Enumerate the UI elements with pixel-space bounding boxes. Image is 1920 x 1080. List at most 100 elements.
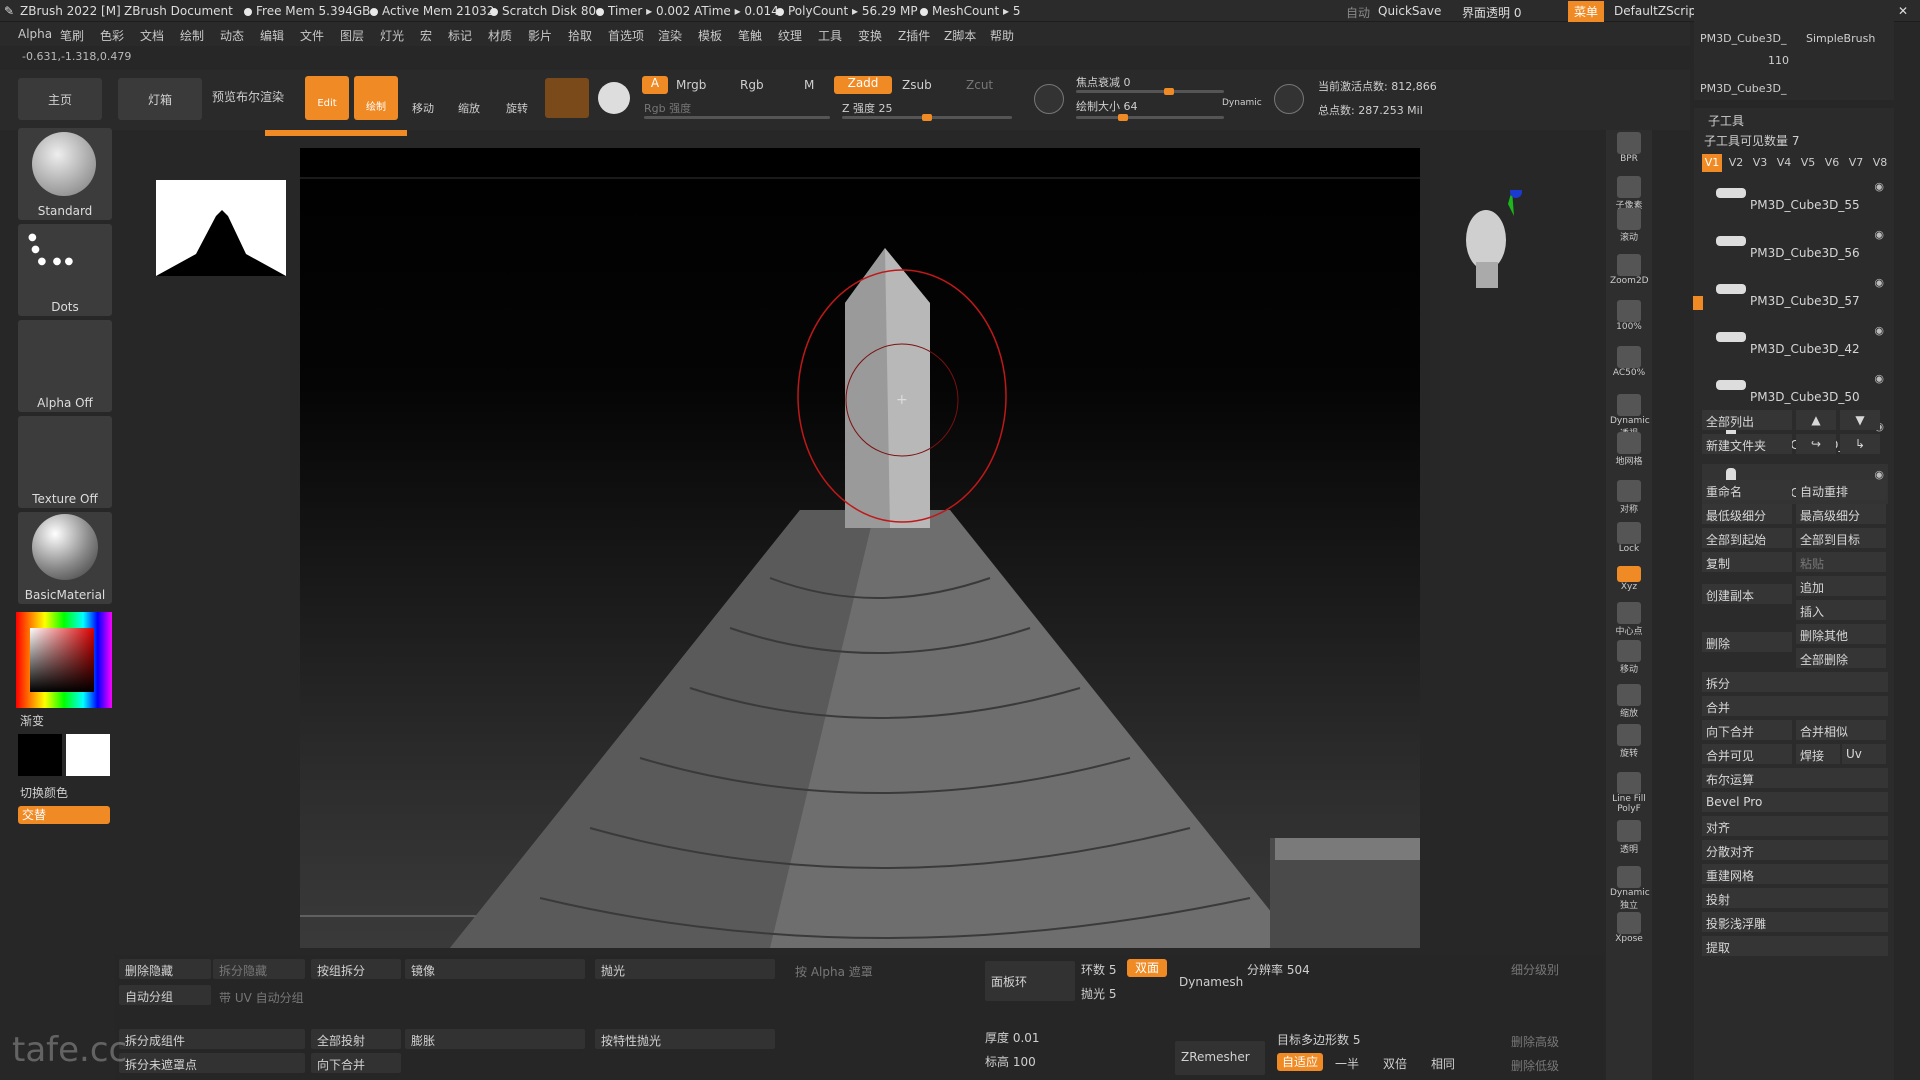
delete-higher-button[interactable]: 删除高级 (1511, 1033, 1559, 1050)
color-picker[interactable] (16, 612, 112, 708)
menu-item[interactable]: 绘制 (180, 27, 204, 44)
navigator-thumbnail[interactable] (156, 180, 286, 276)
menu-item[interactable]: 工具 (818, 27, 842, 44)
copy-button[interactable]: 复制 (1702, 552, 1792, 572)
menu-item[interactable]: Z插件 (898, 27, 930, 44)
switch-color-button[interactable]: 切换颜色 (20, 784, 68, 801)
subtool-tab[interactable]: V1 (1702, 154, 1722, 172)
merge-visible-button[interactable]: 合并可见 (1702, 744, 1792, 764)
arrow-up-icon[interactable]: ▲ (1796, 410, 1836, 430)
distribute-button[interactable]: 分散对齐 (1702, 840, 1888, 860)
append-button[interactable]: 追加 (1796, 576, 1886, 596)
split-button[interactable]: 拆分 (1702, 672, 1888, 692)
inflate-slider[interactable]: 膨胀 (405, 1029, 585, 1049)
right-shelf-button[interactable]: 移动 (1610, 638, 1648, 678)
brush-selector[interactable]: Standard (18, 128, 112, 220)
secondary-color[interactable] (18, 734, 62, 776)
polish-loops-slider[interactable]: 抛光 5 (1081, 985, 1116, 1002)
create-copy-button[interactable]: 创建副本 (1702, 584, 1792, 604)
menu-toggle-button[interactable]: 菜单 (1568, 1, 1605, 22)
rotate-button[interactable]: 旋转 (506, 100, 528, 116)
visibility-eye-icon[interactable]: ◉ (1874, 276, 1884, 289)
project-button[interactable]: 投射 (1702, 888, 1888, 908)
subtool-tab[interactable]: V7 (1846, 154, 1866, 172)
weld-button[interactable]: 焊接 (1796, 744, 1840, 764)
right-shelf-button[interactable]: BPR (1610, 130, 1648, 170)
subtool-tab[interactable]: V4 (1774, 154, 1794, 172)
rename-button[interactable]: 重命名 (1702, 480, 1792, 500)
rgb-intensity-slider[interactable] (644, 116, 830, 119)
panel-loops-button[interactable]: 面板环 (985, 961, 1075, 1001)
paste-button[interactable]: 粘贴 (1796, 552, 1886, 572)
polish-by-alpha[interactable]: 按 Alpha 遮罩 (795, 963, 873, 980)
merge-down-bottom-button[interactable]: 向下合并 (311, 1053, 401, 1073)
sphere-toggle-icon[interactable] (598, 82, 630, 114)
folder-move-icon[interactable]: ↪ (1796, 434, 1836, 454)
right-shelf-button[interactable]: 缩放 (1610, 682, 1648, 722)
split-unmasked-button[interactable]: 拆分未遮罩点 (119, 1053, 305, 1073)
lowest-sub-button[interactable]: 最低级细分 (1702, 504, 1792, 524)
d-dial-icon[interactable] (1274, 84, 1304, 114)
z-intensity-slider[interactable] (842, 114, 1012, 121)
draw-button[interactable]: 绘制 (354, 76, 398, 120)
dynamesh-button[interactable]: Dynamesh (1179, 975, 1243, 989)
material-sphere-icon[interactable] (545, 78, 589, 118)
merge-down-button[interactable]: 向下合并 (1702, 720, 1792, 740)
uv-button[interactable]: Uv (1842, 744, 1886, 764)
right-shelf-button[interactable]: Zoom2D (1610, 252, 1649, 292)
menu-item[interactable]: 首选项 (608, 27, 644, 44)
menu-item[interactable]: 帮助 (990, 27, 1014, 44)
tool-thumb-3[interactable]: PM3D_Cube3D_ (1700, 82, 1786, 95)
move-button[interactable]: 移动 (412, 100, 434, 116)
menu-item[interactable]: 纹理 (778, 27, 802, 44)
right-shelf-button[interactable]: Dynamic 独立 (1610, 864, 1650, 911)
menu-item[interactable]: 渲染 (658, 27, 682, 44)
right-shelf-button[interactable]: 对称 (1610, 478, 1648, 518)
uv-groups-button[interactable]: 带 UV 自动分组 (219, 989, 304, 1006)
remesh-button[interactable]: 重建网格 (1702, 864, 1888, 884)
subtool-item[interactable]: PM3D_Cube3D_42 ◉ (1702, 320, 1888, 360)
subtool-item[interactable]: PM3D_Cube3D_50 ◉ (1702, 368, 1888, 408)
menu-item[interactable]: 图层 (340, 27, 364, 44)
project-all-button[interactable]: 全部投射 (311, 1029, 401, 1049)
loops-slider[interactable]: 环数 5 (1081, 961, 1116, 978)
menu-item[interactable]: 模板 (698, 27, 722, 44)
right-shelf-button[interactable]: 滚动 (1610, 206, 1648, 246)
delete-others-button[interactable]: 删除其他 (1796, 624, 1886, 644)
s-dial-icon[interactable] (1034, 84, 1064, 114)
tool-thumb-1[interactable]: PM3D_Cube3D_ (1700, 32, 1786, 45)
thickness-slider[interactable]: 厚度 0.01 (985, 1029, 1040, 1046)
mrgb-button[interactable]: Mrgb (676, 78, 706, 92)
visibility-eye-icon[interactable]: ◉ (1874, 228, 1884, 241)
resolution-slider[interactable]: 分辨率 504 (1247, 961, 1310, 978)
tab-lightbox[interactable]: 灯箱 (118, 78, 202, 120)
subtool-tab[interactable]: V3 (1750, 154, 1770, 172)
delete-all-button[interactable]: 全部删除 (1796, 648, 1886, 668)
new-folder-button[interactable]: 新建文件夹 (1702, 434, 1792, 454)
alternate-button[interactable]: 交替 (18, 806, 110, 824)
target-polygons-slider[interactable]: 目标多边形数 5 (1277, 1031, 1360, 1048)
subtool-item[interactable]: PM3D_Cube3D_55 ◉ (1702, 176, 1888, 216)
quicksave-button[interactable]: QuickSave (1378, 4, 1441, 18)
menu-item[interactable]: 灯光 (380, 27, 404, 44)
canvas-viewport[interactable]: + (300, 148, 1420, 948)
folder-out-icon[interactable]: ↳ (1840, 434, 1880, 454)
polish-slider[interactable]: 抛光 (595, 959, 775, 979)
subtool-header[interactable]: 子工具 (1708, 112, 1744, 129)
polish-feature-slider[interactable]: 按特性抛光 (595, 1029, 775, 1049)
menu-item[interactable]: 材质 (488, 27, 512, 44)
menu-item[interactable]: 标记 (448, 27, 472, 44)
primary-color[interactable] (66, 734, 110, 776)
adaptive-button[interactable]: 自适应 (1277, 1053, 1323, 1071)
insert-button[interactable]: 插入 (1796, 600, 1886, 620)
list-all-button[interactable]: 全部列出 (1702, 410, 1792, 430)
a-button[interactable]: A (642, 76, 668, 94)
tab-preview-boolean[interactable]: 预览布尔渲染 (212, 88, 284, 105)
alpha-selector[interactable]: Alpha Off (18, 320, 112, 412)
edit-button[interactable]: Edit (305, 76, 349, 120)
half-button[interactable]: 一半 (1335, 1055, 1359, 1072)
auto-groups-button[interactable]: 自动分组 (119, 985, 211, 1005)
double-button[interactable]: 双面 (1127, 959, 1167, 977)
subtool-item[interactable]: PM3D_Cube3D_57 ◉ (1702, 272, 1888, 312)
material-selector[interactable]: BasicMaterial (18, 512, 112, 604)
